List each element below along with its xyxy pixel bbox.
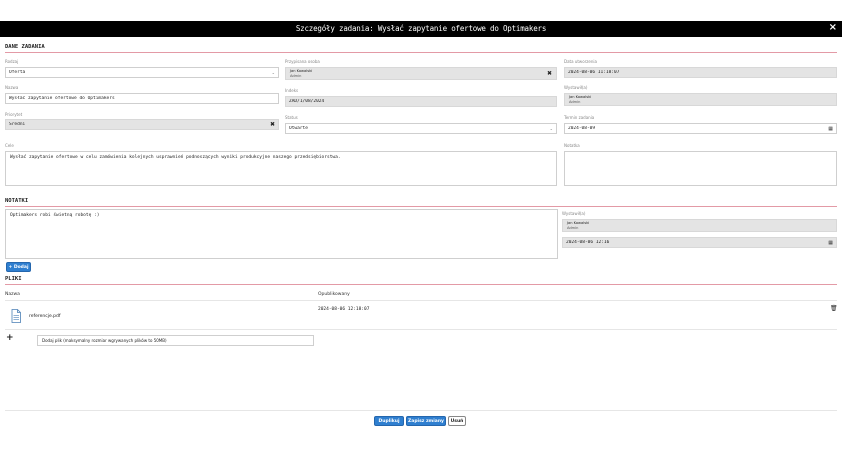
goal-label: Cele bbox=[5, 143, 14, 148]
issued-by-label: Wystawił(a) bbox=[564, 85, 588, 90]
section-files-title: PLIKI bbox=[5, 276, 837, 285]
duplicate-button[interactable]: Duplikuj bbox=[374, 416, 404, 426]
name-value: Wysłać zapytanie ofertowe do Optimakers bbox=[9, 96, 115, 101]
close-icon[interactable]: × bbox=[829, 22, 837, 33]
type-label: Rodzaj bbox=[5, 59, 19, 64]
note-textarea[interactable] bbox=[564, 151, 837, 186]
issued-by-role: Admin bbox=[569, 99, 581, 104]
index-value: ZAD/1/08/2024 bbox=[289, 99, 325, 104]
type-value: Oferta bbox=[9, 70, 26, 75]
modal-titlebar: Szczegóły zadania: Wysłać zapytanie ofer… bbox=[0, 21, 842, 37]
deadline-input[interactable]: 2024-08-09 ▦ bbox=[564, 123, 837, 134]
notes-date-value: 2024-08-06 12:16 bbox=[566, 240, 610, 245]
files-row-divider bbox=[5, 329, 837, 330]
calendar-icon[interactable]: ▦ bbox=[828, 126, 833, 132]
priority-select[interactable]: Średni ✖ bbox=[5, 119, 279, 130]
note-label: Notatka bbox=[564, 143, 580, 148]
files-col-published: Opublikowany bbox=[318, 292, 350, 297]
index-field: ZAD/1/08/2024 bbox=[285, 96, 557, 107]
notes-issued-label: Wystawił(a) bbox=[562, 211, 586, 216]
chevron-down-icon: ⌄ bbox=[271, 70, 275, 75]
calendar-icon[interactable]: ▦ bbox=[828, 240, 833, 246]
assignee-role: Admin bbox=[290, 73, 302, 78]
file-name-link[interactable]: referencje.pdf bbox=[29, 314, 60, 319]
status-label: Status bbox=[285, 115, 298, 120]
trash-icon[interactable]: 🗑 bbox=[830, 305, 838, 312]
add-note-button[interactable]: + Dodaj bbox=[6, 262, 31, 272]
save-button[interactable]: Zapisz zmiany bbox=[406, 416, 446, 426]
delete-button[interactable]: Usuń bbox=[448, 416, 466, 426]
modal-title: Szczegóły zadania: Wysłać zapytanie ofer… bbox=[295, 24, 547, 33]
deadline-value: 2024-08-09 bbox=[568, 126, 596, 131]
file-published-date: 2024-08-06 12:18:07 bbox=[318, 307, 370, 312]
files-header-divider bbox=[5, 300, 837, 301]
clear-icon[interactable]: ✖ bbox=[270, 121, 275, 128]
footer-divider bbox=[5, 410, 837, 411]
created-label: Data utworzenia bbox=[564, 59, 597, 64]
notes-date-field[interactable]: 2024-08-06 12:16 ▦ bbox=[562, 237, 837, 248]
priority-value: Średni bbox=[9, 122, 26, 127]
files-col-name: Nazwa bbox=[5, 292, 20, 297]
file-upload-input[interactable]: Dodaj plik (maksymalny rozmiar wgrywanyc… bbox=[37, 335, 314, 346]
add-file-icon[interactable]: + bbox=[6, 333, 14, 343]
assignee-select[interactable]: Jan Kowalski Admin ✖ bbox=[285, 67, 557, 80]
section-notes-title: NOTATKI bbox=[5, 198, 837, 207]
notes-textarea[interactable]: Optimakers robi świetną robotę :) bbox=[5, 209, 558, 259]
chevron-down-icon: ⌄ bbox=[549, 126, 553, 131]
priority-label: Priorytet bbox=[5, 112, 23, 117]
created-field: 2024-08-06 11:18:07 bbox=[564, 67, 837, 78]
section-details-title: DANE ZADANIA bbox=[5, 44, 837, 53]
goal-textarea[interactable]: Wysłać zapytanie ofertowe w celu zamówie… bbox=[5, 151, 557, 186]
assignee-label: Przypisana osoba bbox=[285, 59, 320, 64]
name-label: Nazwa bbox=[5, 85, 19, 90]
type-select[interactable]: Oferta ⌄ bbox=[5, 67, 279, 78]
issued-by-field: Jan Kowalski Admin bbox=[564, 93, 837, 106]
status-value: Otwarte bbox=[289, 126, 308, 131]
clear-icon[interactable]: ✖ bbox=[547, 70, 552, 77]
deadline-label: Termin zadania bbox=[564, 115, 595, 120]
status-select[interactable]: Otwarte ⌄ bbox=[285, 123, 557, 134]
notes-author-field: Jan Kowalski Admin bbox=[562, 219, 837, 232]
name-input[interactable]: Wysłać zapytanie ofertowe do Optimakers bbox=[5, 93, 279, 104]
notes-author-role: Admin bbox=[567, 225, 579, 230]
index-label: Indeks bbox=[285, 88, 299, 93]
created-value: 2024-08-06 11:18:07 bbox=[568, 70, 620, 75]
file-icon bbox=[11, 309, 21, 323]
